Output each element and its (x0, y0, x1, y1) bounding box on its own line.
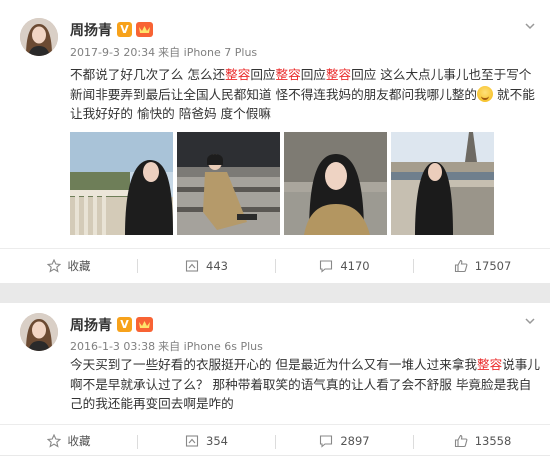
comment-button[interactable]: 2897 (276, 425, 413, 456)
keyword-link[interactable]: 整容 (477, 357, 502, 372)
photo-1[interactable] (70, 132, 173, 235)
author-name[interactable]: 周扬青 (70, 315, 112, 335)
repost-button[interactable]: 443 (138, 249, 275, 283)
like-count: 17507 (474, 259, 512, 273)
keyword-link[interactable]: 整容 (225, 67, 250, 82)
repost-button[interactable]: 354 (138, 425, 275, 456)
favorite-button[interactable]: 收藏 (0, 249, 137, 283)
post-text: 今天买到了一些好看的衣服挺开心的 但是最近为什么又有一堆人过来拿我整容说事儿 啊… (70, 355, 540, 414)
comment-icon (320, 434, 333, 448)
verified-v-icon: V (117, 317, 132, 332)
author-name[interactable]: 周扬青 (70, 20, 112, 40)
repost-icon (185, 434, 199, 447)
post-meta: 2017-9-3 20:34 来自 iPhone 7 Plus (70, 44, 257, 60)
like-button[interactable]: 13558 (414, 425, 550, 456)
post-time[interactable]: 2017-9-3 20:34 (70, 46, 155, 59)
favorite-label: 收藏 (67, 259, 91, 273)
weibo-post: 周扬青 V 2016-1-3 03:38 来自 iPhone 6s Plus 今天… (0, 303, 550, 455)
post-source[interactable]: 来自 iPhone 7 Plus (158, 46, 257, 59)
member-level-icon[interactable] (136, 22, 153, 37)
repost-icon (185, 260, 199, 272)
comment-count: 2897 (340, 433, 370, 448)
post-meta: 2016-1-3 03:38 来自 iPhone 6s Plus (70, 338, 263, 354)
post-text: 不都说了好几次了么 怎么还整容回应整容回应整容回应 这么大点儿事儿也至于写个新闻… (70, 65, 540, 124)
photo-2[interactable] (177, 132, 280, 235)
star-icon (46, 433, 61, 448)
avatar[interactable] (20, 18, 58, 56)
chevron-down-icon[interactable] (524, 20, 536, 32)
repost-count: 443 (206, 259, 228, 273)
favorite-button[interactable]: 收藏 (0, 425, 137, 456)
like-button[interactable]: 17507 (414, 249, 550, 283)
action-bar: 收藏 354 2897 13558 (0, 424, 550, 455)
comment-icon (320, 260, 333, 273)
action-bar: 收藏 443 4170 17507 (0, 248, 550, 282)
keyword-link[interactable]: 整容 (326, 67, 351, 82)
weibo-post: 周扬青 V 2017-9-3 20:34 来自 iPhone 7 Plus 不都说… (0, 0, 550, 283)
post-text-segment: 今天买到了一些好看的衣服挺开心的 但是最近为什么又有一堆人过来拿我 (70, 357, 478, 372)
post-source[interactable]: 来自 iPhone 6s Plus (158, 340, 263, 353)
member-level-icon[interactable] (136, 317, 153, 332)
comment-count: 4170 (340, 259, 370, 273)
photo-4[interactable] (391, 132, 494, 235)
like-count: 13558 (474, 433, 512, 448)
verified-v-icon: V (117, 22, 132, 37)
photo-3[interactable] (284, 132, 387, 235)
repost-count: 354 (206, 433, 228, 448)
keyword-link[interactable]: 整容 (276, 67, 301, 82)
favorite-label: 收藏 (67, 433, 91, 448)
post-time[interactable]: 2016-1-3 03:38 (70, 340, 155, 353)
like-icon (454, 434, 468, 447)
post-text-segment: 回应 (300, 67, 326, 82)
comment-button[interactable]: 4170 (276, 249, 413, 283)
star-icon (46, 259, 61, 273)
laugh-emoji-icon (477, 85, 494, 102)
post-text-segment: 不都说了好几次了么 怎么还 (70, 67, 226, 82)
chevron-down-icon[interactable] (524, 315, 536, 327)
post-text-segment: 回应 (250, 67, 276, 82)
like-icon (454, 259, 468, 273)
avatar[interactable] (20, 313, 58, 351)
